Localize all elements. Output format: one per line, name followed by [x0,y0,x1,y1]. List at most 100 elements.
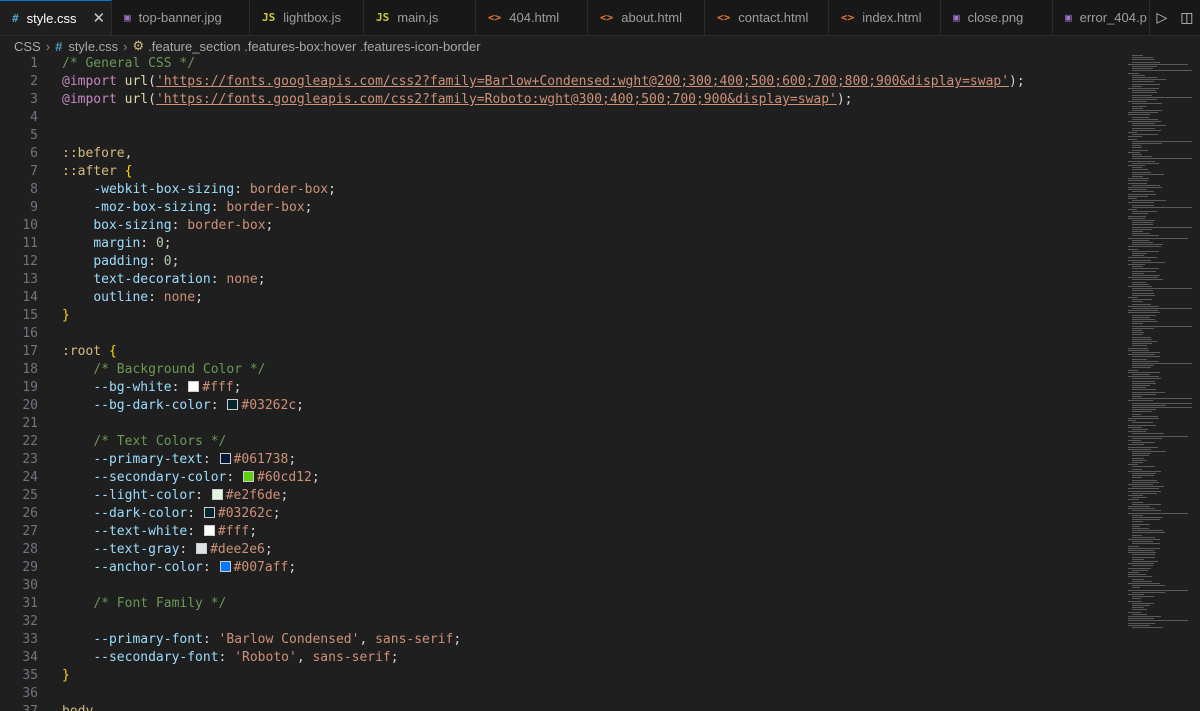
minimap-line [1128,217,1145,219]
tab-top-banner-jpg[interactable]: ▣ top-banner.jpg [112,0,250,35]
minimap-line [1128,193,1156,195]
code-line[interactable]: 26 --dark-color: #03262c; [0,505,1120,523]
code-token: sans-serif [312,650,391,665]
chevron-right-icon: › [123,38,128,54]
code-line[interactable]: 30 [0,577,1120,595]
minimap-line [1132,301,1143,303]
minimap-line [1128,440,1142,441]
minimap-line [1132,94,1152,96]
color-swatch[interactable] [196,543,208,554]
split-editor-icon[interactable]: ◫ [1180,9,1193,26]
minimap-line [1132,167,1143,169]
code-line[interactable]: 31 /* Font Family */ [0,595,1120,613]
code-line[interactable]: 36 [0,685,1120,703]
tab-about-html[interactable]: <> about.html [588,0,705,35]
code-editor[interactable]: 1/* General CSS */2 @import url('https://… [0,53,1120,711]
minimap-line [1132,525,1141,527]
color-swatch[interactable] [243,471,255,482]
line-code: box-sizing: border-box; [62,217,273,235]
code-line[interactable]: 33 --primary-font: 'Barlow Condensed', s… [0,631,1120,649]
minimap-line [1128,589,1188,591]
code-line[interactable]: 35} [0,667,1120,685]
color-swatch[interactable] [211,489,223,500]
code-line[interactable]: 17:root { [0,343,1120,361]
minimap-line [1132,281,1147,283]
run-icon[interactable]: ▷ [1156,9,1167,26]
minimap-line [1128,180,1148,182]
minimap-line [1132,345,1147,347]
code-line[interactable]: 16 [0,325,1120,343]
minimap-line [1132,59,1156,61]
minimap-line [1132,477,1142,479]
code-token: @import [62,74,117,89]
code-line[interactable]: 22 /* Text Colors */ [0,433,1120,451]
code-line[interactable]: 12 padding: 0; [0,253,1120,271]
code-line[interactable]: 32 [0,613,1120,631]
minimap-line [1132,213,1148,215]
code-line[interactable]: 28 --text-gray: #dee2e6; [0,541,1120,559]
code-line[interactable]: 8 -webkit-box-sizing: border-box; [0,181,1120,199]
minimap-line [1132,543,1160,545]
tab-main-js[interactable]: JS main.js [364,0,476,35]
breadcrumb-language[interactable]: CSS [14,39,41,54]
code-line[interactable]: 23 --primary-text: #061738; [0,451,1120,469]
code-line[interactable]: 5 [0,127,1120,145]
code-line[interactable]: 10 box-sizing: border-box; [0,217,1120,235]
code-line[interactable]: 37 body, [0,703,1120,711]
code-line[interactable]: 34 --secondary-font: 'Roboto', sans-seri… [0,649,1120,667]
minimap-line [1132,325,1192,327]
code-line[interactable]: 15} [0,307,1120,325]
code-line[interactable]: 1 /* General CSS */ [0,55,1120,73]
minimap[interactable] [1120,53,1200,711]
breadcrumb-file[interactable]: style.css [68,39,118,54]
line-number: 19 [22,380,38,395]
minimap-line [1132,83,1161,85]
tab-404-html[interactable]: <> 404.html [476,0,588,35]
minimap-line [1132,118,1158,120]
code-token: , [124,146,133,161]
color-swatch[interactable] [227,399,239,410]
line-number: 32 [22,614,38,629]
code-line[interactable]: 11 margin: 0; [0,235,1120,253]
code-token: 'https://fonts.googleapis.com/css2?famil… [155,92,837,107]
tab-error-404-p[interactable]: ▣ error_404.p [1053,0,1150,35]
color-swatch[interactable] [219,453,231,464]
minimap-line [1132,356,1160,358]
minimap-line [1132,404,1166,406]
close-icon[interactable]: ✕ [92,9,105,27]
tab-index-html[interactable]: <> index.html [829,0,941,35]
minimap-line [1132,367,1152,369]
minimap-line [1128,539,1160,540]
code-line[interactable]: 13 text-decoration: none; [0,271,1120,289]
code-line[interactable]: 21 [0,415,1120,433]
code-line[interactable]: 2 @import url('https://fonts.googleapis.c… [0,73,1120,91]
minimap-line [1132,235,1159,237]
color-swatch[interactable] [219,561,231,572]
line-code: @import url('https://fonts.googleapis.co… [62,91,853,109]
code-line[interactable]: 4 [0,109,1120,127]
code-line[interactable]: 27 --text-white: #fff; [0,523,1120,541]
tab-contact-html[interactable]: <> contact.html [705,0,829,35]
code-line[interactable]: 25 --light-color: #e2f6de; [0,487,1120,505]
code-line[interactable]: 20 --bg-dark-color: #03262c; [0,397,1120,415]
code-line[interactable]: 29 --anchor-color: #007aff; [0,559,1120,577]
tab-style-css[interactable]: # style.css ✕ [0,0,112,35]
code-line[interactable]: 3 @import url('https://fonts.googleapis.c… [0,91,1120,109]
tab-close-png[interactable]: ▣ close.png [941,0,1053,35]
code-line[interactable]: 14 outline: none; [0,289,1120,307]
code-line[interactable]: 19 --bg-white: #fff; [0,379,1120,397]
tab-label: index.html [862,10,922,25]
code-line[interactable]: 18 /* Background Color */ [0,361,1120,379]
minimap-line [1132,158,1192,160]
color-swatch[interactable] [203,507,215,518]
code-line[interactable]: 6::before, [0,145,1120,163]
color-swatch[interactable] [203,525,215,536]
breadcrumb-symbol[interactable]: .feature_section .features-box:hover .fe… [148,39,480,54]
tab-lightbox-js[interactable]: JS lightbox.js [250,0,364,35]
code-line[interactable]: 9 -moz-box-sizing: border-box; [0,199,1120,217]
code-line[interactable]: 24 --secondary-color: #60cd12; [0,469,1120,487]
code-line[interactable]: 7::after { [0,163,1120,181]
color-swatch[interactable] [188,381,200,392]
